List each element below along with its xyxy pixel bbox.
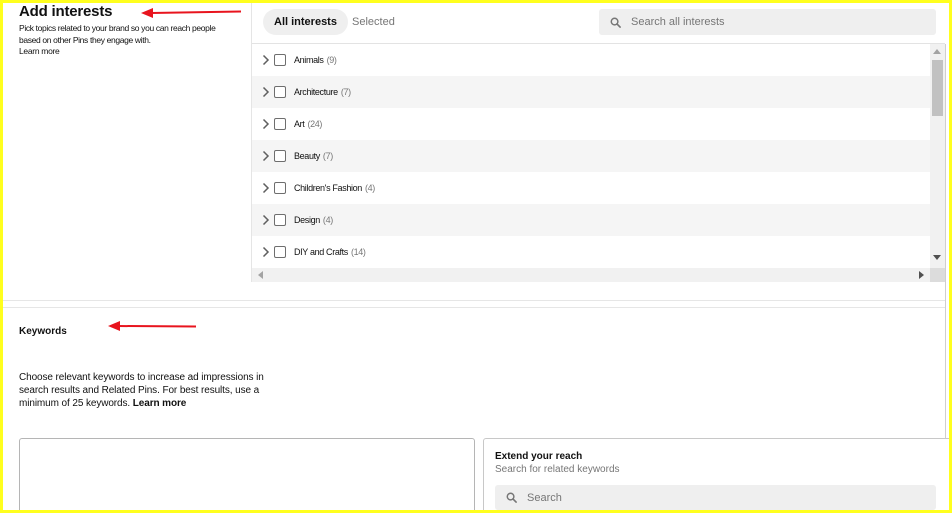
extend-reach-title: Extend your reach [495,451,583,462]
interest-checkbox[interactable] [274,118,286,130]
scrollbar-corner [930,268,945,282]
interest-name: Design [294,215,320,225]
interest-checkbox[interactable] [274,182,286,194]
interest-checkbox[interactable] [274,214,286,226]
interest-search-input[interactable] [631,16,911,28]
scroll-up-icon[interactable] [933,49,941,54]
interest-search-box[interactable] [599,9,936,35]
tab-selected[interactable]: Selected [341,9,406,35]
add-interests-learn-more-link[interactable]: Learn more [19,46,60,56]
section-divider [3,300,945,301]
interest-checkbox[interactable] [274,246,286,258]
add-interests-title: Add interests [19,3,113,20]
interest-name: Animals [294,55,324,65]
interest-name: DIY and Crafts [294,247,348,257]
interest-checkbox[interactable] [274,54,286,66]
extend-reach-subtitle: Search for related keywords [495,464,620,475]
keywords-textarea-box[interactable] [19,438,475,513]
add-interests-description: Pick topics related to your brand so you… [19,23,216,45]
interest-count: (7) [322,151,333,161]
interest-checkbox[interactable] [274,150,286,162]
list-item[interactable]: Art (24) [252,108,930,140]
interest-name: Beauty [294,151,320,161]
keyword-search-input[interactable] [527,491,807,504]
scroll-down-icon[interactable] [933,255,941,260]
interest-count: (14) [350,247,366,257]
chevron-right-icon[interactable] [252,246,273,258]
list-item[interactable]: Design (4) [252,204,930,236]
horizontal-scrollbar[interactable] [252,268,930,282]
list-item[interactable]: Animals (9) [252,44,930,76]
list-item[interactable]: Beauty (7) [252,140,930,172]
interest-count: (9) [326,55,337,65]
vertical-scrollbar[interactable] [930,44,945,268]
keywords-textarea[interactable] [20,439,474,513]
interest-count: (4) [322,215,333,225]
interest-list: Animals (9) Architecture (7) Art (24) Be… [252,44,930,268]
interest-count: (7) [340,87,351,97]
keywords-title: Keywords [19,326,67,337]
list-item[interactable]: Children's Fashion (4) [252,172,930,204]
list-item[interactable]: DIY and Crafts (14) [252,236,930,268]
chevron-right-icon[interactable] [252,54,273,66]
interest-name: Architecture [294,87,338,97]
interest-name: Children's Fashion [294,183,362,193]
interest-name: Art [294,119,305,129]
chevron-right-icon[interactable] [252,86,273,98]
chevron-right-icon[interactable] [252,118,273,130]
tab-all-interests[interactable]: All interests [263,9,348,35]
chevron-right-icon[interactable] [252,150,273,162]
keywords-description: Choose relevant keywords to increase ad … [19,371,271,410]
annotation-arrow-icon [108,321,197,331]
search-icon [495,492,527,503]
scroll-left-icon[interactable] [258,271,263,279]
interest-count: (4) [364,183,375,193]
section-divider [3,307,945,308]
scroll-right-icon[interactable] [919,271,924,279]
annotation-arrow-icon [141,8,242,18]
scrollbar-thumb[interactable] [932,60,943,116]
keyword-search-box[interactable] [495,485,936,510]
search-icon [599,17,631,28]
list-item[interactable]: Architecture (7) [252,76,930,108]
keywords-learn-more-link[interactable]: Learn more [133,398,187,409]
interest-checkbox[interactable] [274,86,286,98]
chevron-right-icon[interactable] [252,214,273,226]
extend-reach-panel: Extend your reach Search for related key… [483,438,952,513]
interest-count: (24) [307,119,323,129]
chevron-right-icon[interactable] [252,182,273,194]
